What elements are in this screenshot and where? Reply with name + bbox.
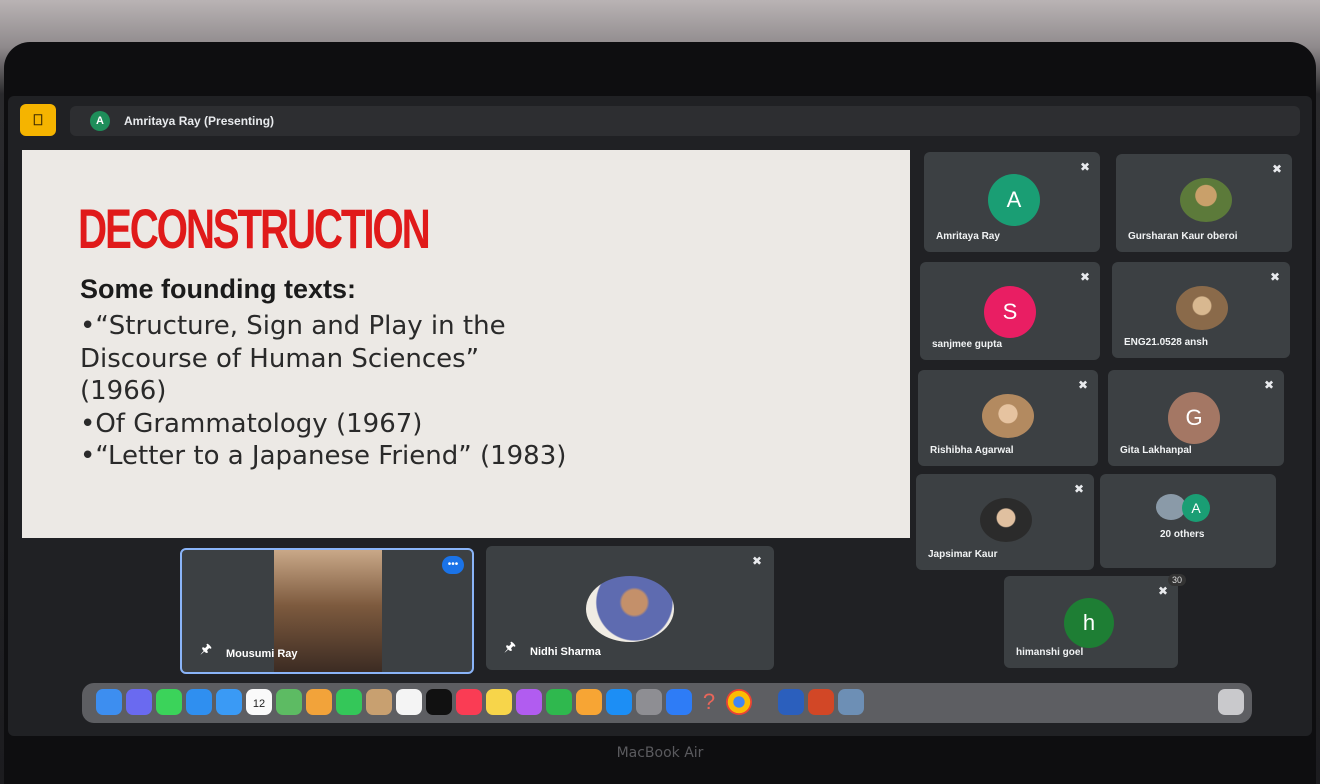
avatar: h xyxy=(1064,598,1114,648)
numbers-icon[interactable] xyxy=(546,689,572,715)
participant-tile[interactable]: ✖ ENG21.0528 ansh xyxy=(1112,262,1290,358)
avatar xyxy=(1180,178,1232,222)
app-store-icon[interactable] xyxy=(606,689,632,715)
avatar: A xyxy=(1182,494,1210,522)
participant-tile[interactable]: ✖ Gursharan Kaur oberoi xyxy=(1116,154,1292,252)
avatar xyxy=(982,394,1034,438)
presenter-bar: A Amritaya Ray (Presenting) xyxy=(70,106,1300,136)
podcasts-icon[interactable] xyxy=(516,689,542,715)
mic-muted-icon: ✖ xyxy=(1269,270,1280,284)
meeting-screen: ⎕ A Amritaya Ray (Presenting) DECONSTRUC… xyxy=(8,96,1312,736)
pin-icon[interactable]: 🖈 xyxy=(504,638,516,660)
video-tile[interactable]: ✖ 🖈 Nidhi Sharma xyxy=(486,546,774,670)
mic-muted-icon: ✖ xyxy=(1079,270,1090,284)
mic-muted-icon: ✖ xyxy=(751,554,762,568)
participant-tile[interactable]: ✖ A Amritaya Ray xyxy=(924,152,1100,252)
preview-icon[interactable] xyxy=(838,689,864,715)
participant-tile[interactable]: ✖ Japsimar Kaur xyxy=(916,474,1094,570)
participant-tile[interactable]: ✖ Rishibha Agarwal xyxy=(918,370,1098,466)
tv-icon[interactable] xyxy=(426,689,452,715)
mic-muted-icon: ✖ xyxy=(1077,378,1088,392)
participant-tile[interactable]: ✖ h himanshi goel xyxy=(1004,576,1178,668)
keynote-icon[interactable] xyxy=(666,689,692,715)
contacts-icon[interactable] xyxy=(366,689,392,715)
participant-name: himanshi goel xyxy=(1016,647,1084,658)
participant-name: Rishibha Agarwal xyxy=(930,445,1014,456)
avatar: A xyxy=(988,174,1040,226)
avatar xyxy=(1176,286,1228,330)
photos-icon[interactable] xyxy=(306,689,332,715)
pin-icon[interactable]: 🖈 xyxy=(200,640,212,662)
avatar: G xyxy=(1168,392,1220,444)
slide-subtitle: Some founding texts: xyxy=(80,274,356,304)
presenter-avatar: A xyxy=(90,111,110,131)
slide-line: Discourse of Human Sciences” xyxy=(80,343,480,374)
mic-muted-icon: ✖ xyxy=(1271,162,1282,176)
notes-icon[interactable] xyxy=(486,689,512,715)
participant-name: Amritaya Ray xyxy=(936,231,1000,242)
slide-line: •Of Grammatology (1967) xyxy=(80,408,423,439)
participant-name: Nidhi Sharma xyxy=(530,646,601,658)
participant-name: ENG21.0528 ansh xyxy=(1124,337,1208,348)
avatar xyxy=(586,576,674,642)
powerpoint-icon[interactable] xyxy=(808,689,834,715)
slide-line: •“Letter to a Japanese Friend” (1983) xyxy=(80,441,567,471)
chrome-icon[interactable] xyxy=(726,689,752,715)
presenter-label: Amritaya Ray (Presenting) xyxy=(124,114,275,128)
slide-line: •“Structure, Sign and Play in the xyxy=(80,311,506,341)
pages-icon[interactable] xyxy=(576,689,602,715)
participant-name: sanjmee gupta xyxy=(932,339,1003,350)
slide-body: •“Structure, Sign and Play in the Discou… xyxy=(80,310,566,473)
others-tile[interactable]: A 20 others xyxy=(1100,474,1276,568)
slide-line: (1966) xyxy=(80,376,167,406)
mail-icon[interactable] xyxy=(216,689,242,715)
safari-icon[interactable] xyxy=(186,689,212,715)
participant-name: Mousumi Ray xyxy=(226,648,298,660)
calendar-day: 12 xyxy=(252,698,266,710)
participant-tile[interactable]: ✖ G Gita Lakhanpal xyxy=(1108,370,1284,466)
avatar xyxy=(980,498,1032,542)
word-icon[interactable] xyxy=(778,689,804,715)
mic-muted-icon: ✖ xyxy=(1073,482,1084,496)
calendar-icon[interactable]: 12 xyxy=(246,689,272,715)
mic-muted-icon: ✖ xyxy=(1157,584,1168,598)
facetime-icon[interactable] xyxy=(336,689,362,715)
trash-icon[interactable] xyxy=(1218,689,1244,715)
mic-muted-icon: ✖ xyxy=(1263,378,1274,392)
launchpad-icon[interactable] xyxy=(126,689,152,715)
speaking-indicator-icon: ••• xyxy=(442,556,464,574)
macos-dock: 12 ? xyxy=(82,683,1252,723)
slide-title: DECONSTRUCTION xyxy=(78,197,431,260)
finder-icon[interactable] xyxy=(96,689,122,715)
others-count: 20 others xyxy=(1160,529,1205,540)
maps-icon[interactable] xyxy=(276,689,302,715)
participant-name: Gursharan Kaur oberoi xyxy=(1128,231,1238,242)
help-icon[interactable]: ? xyxy=(696,689,722,715)
avatar: S xyxy=(984,286,1036,338)
device-label: MacBook Air xyxy=(616,745,704,761)
exit-door-icon[interactable]: ⎕ xyxy=(20,104,56,136)
reminders-icon[interactable] xyxy=(396,689,422,715)
settings-icon[interactable] xyxy=(636,689,662,715)
video-tile-active[interactable]: ••• 🖈 Mousumi Ray xyxy=(180,548,474,674)
presentation-slide: DECONSTRUCTION Some founding texts: •“St… xyxy=(22,150,910,538)
mic-muted-icon: ✖ xyxy=(1079,160,1090,174)
participant-name: Japsimar Kaur xyxy=(928,549,998,560)
messages-icon[interactable] xyxy=(156,689,182,715)
participant-tile[interactable]: ✖ S sanjmee gupta xyxy=(920,262,1100,360)
participant-name: Gita Lakhanpal xyxy=(1120,445,1192,456)
dock-counter: 30 xyxy=(1168,574,1187,586)
music-icon[interactable] xyxy=(456,689,482,715)
